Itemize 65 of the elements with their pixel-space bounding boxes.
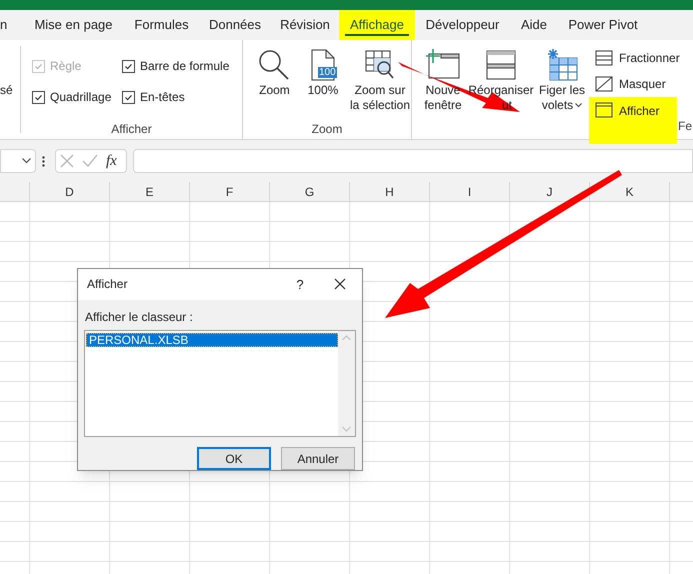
ribbon-button[interactable]: Afficher	[589, 97, 677, 144]
dialog-button[interactable]: Annuler	[281, 447, 355, 470]
button-label: la sélection	[350, 98, 410, 113]
group-label: Fe	[678, 119, 692, 135]
checkbox-box[interactable]	[122, 90, 135, 104]
checkbox-label: Barre de formule	[140, 58, 230, 75]
workbook-list[interactable]: PERSONAL.XLSB	[84, 330, 356, 437]
ribbon-button[interactable]: Fractionner	[589, 45, 677, 71]
dialog-title: Afficher	[87, 276, 128, 294]
ribbon-tab[interactable]: Affichage	[339, 10, 415, 40]
button-label: Figer les	[538, 83, 585, 98]
field-label: Afficher le classeur :	[85, 308, 194, 326]
group-label: Zoom	[310, 122, 344, 138]
ribbon-button[interactable]: Zoom sur la sélection	[349, 47, 411, 122]
list-item[interactable]: PERSONAL.XLSB	[86, 332, 338, 347]
button-label: Zoom	[259, 83, 290, 98]
ribbon-tab[interactable]: Aide	[510, 10, 558, 40]
button-label: ut	[502, 98, 512, 113]
button-label: Nouve	[426, 83, 460, 98]
ribbon-tab[interactable]: n	[0, 10, 23, 40]
ribbon-tab[interactable]: Données	[199, 10, 271, 40]
chevron-icon	[575, 103, 582, 108]
checkbox-box[interactable]	[122, 60, 135, 72]
column-header[interactable]: H	[350, 182, 430, 201]
button-label: Zoom sur	[354, 83, 406, 98]
dialog-button[interactable]: OK	[197, 447, 271, 470]
button-label: volets	[542, 98, 582, 113]
formula-input[interactable]	[133, 149, 693, 173]
ribbon-tab[interactable]: Formules	[124, 10, 199, 40]
checkbox-label: En-têtes	[140, 89, 185, 106]
function-button[interactable]: fx	[106, 154, 117, 168]
cancel-icon[interactable]	[60, 154, 74, 168]
scroll-up-icon[interactable]	[342, 334, 351, 341]
ribbon-button[interactable]: 100 100%	[304, 47, 341, 122]
button-label: Réorganiser	[468, 83, 534, 98]
ribbon-tab[interactable]: Révision	[271, 10, 339, 40]
freeze-panes-icon	[545, 47, 579, 82]
window-icon	[595, 102, 613, 118]
help-button[interactable]: ?	[290, 274, 310, 294]
scroll-down-icon[interactable]	[342, 426, 351, 432]
column-header[interactable]: G	[270, 182, 350, 201]
name-box[interactable]	[0, 149, 36, 173]
button-label: fenêtre	[424, 98, 462, 113]
ribbon-button[interactable]: Masquer	[589, 71, 677, 97]
checkbox-box[interactable]	[32, 90, 45, 104]
icon-badge: 100	[318, 67, 337, 78]
column-header[interactable]: D	[30, 182, 110, 201]
split-icon	[595, 50, 613, 66]
scrollbar[interactable]	[338, 330, 355, 436]
ribbon-tab[interactable]: Développeur	[415, 10, 510, 40]
ribbon-tab[interactable]: Power Pivot	[558, 10, 648, 40]
command-label: sé	[0, 84, 13, 96]
checkbox-label: Règle	[50, 58, 82, 75]
chevron-icon	[22, 158, 31, 164]
hide-icon	[595, 76, 613, 92]
check-icon[interactable]	[82, 154, 98, 168]
group-label: Afficher	[110, 122, 153, 138]
checkbox-label: Quadrillage	[50, 89, 112, 106]
column-header[interactable]: I	[430, 182, 510, 201]
column-header[interactable]: F	[190, 182, 270, 201]
column-header[interactable]: E	[110, 182, 190, 201]
more-icon[interactable]	[42, 156, 46, 166]
button-label: 100%	[308, 83, 338, 98]
ribbon-tab[interactable]: Mise en page	[23, 10, 124, 40]
ribbon-button[interactable]: Zoom	[252, 47, 297, 122]
